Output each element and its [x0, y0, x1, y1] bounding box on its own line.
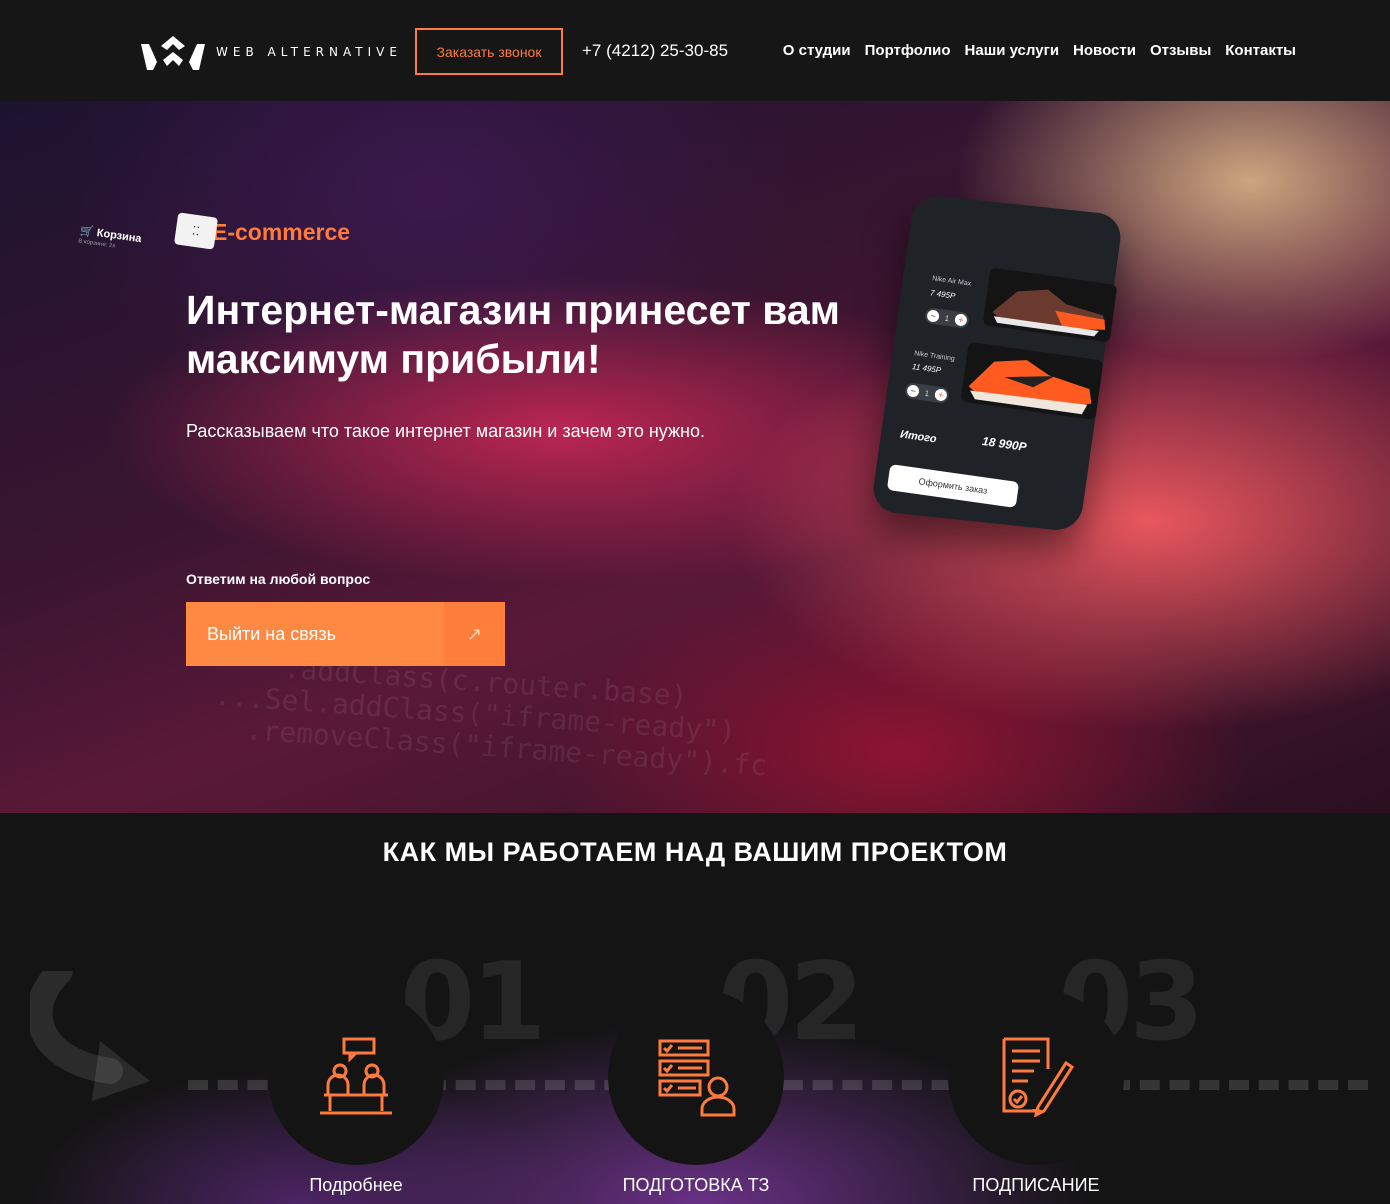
minus-icon: −	[926, 309, 940, 323]
mockup-qty-value-1: 1	[944, 313, 950, 323]
arrow-up-right-icon: ↗	[444, 602, 505, 666]
site-header: WEB ALTERNATIVE Заказать звонок +7 (4212…	[0, 0, 1390, 101]
phone-number[interactable]: +7 (4212) 25-30-85	[582, 41, 728, 61]
process-section: КАК МЫ РАБОТАЕМ НАД ВАШИМ ПРОЕКТОМ 01 02…	[0, 813, 1390, 1204]
plus-icon: +	[934, 388, 948, 402]
step-label-2[interactable]: ПОДГОТОВКА ТЗ	[586, 1175, 806, 1196]
code-background-decoration: .addClass(c.router.base) ...Sel.addClass…	[177, 644, 769, 783]
mockup-qty-value-2: 1	[924, 388, 930, 398]
nav-item-about[interactable]: О студии	[783, 42, 851, 59]
nav-item-reviews[interactable]: Отзывы	[1150, 42, 1211, 59]
category-badge-label: E-commerce	[212, 219, 351, 245]
contact-cta-button[interactable]: Выйти на связь ↗	[186, 602, 505, 666]
checklist-icon	[658, 1039, 736, 1117]
contract-sign-icon	[1002, 1037, 1075, 1117]
web-alternative-logo[interactable]	[141, 36, 205, 70]
step-circle-2[interactable]	[608, 989, 784, 1165]
nav-item-services[interactable]: Наши услуги	[965, 42, 1060, 59]
step-label-3[interactable]: ПОДПИСАНИЕ	[926, 1175, 1146, 1196]
step-circle-3[interactable]	[948, 989, 1124, 1165]
curved-arrow-icon	[30, 971, 150, 1101]
hero-subtitle: Рассказываем что такое интернет магазин …	[186, 421, 705, 441]
step-circle-1[interactable]	[268, 989, 444, 1165]
hero-section: .addClass(c.router.base) ...Sel.addClass…	[0, 101, 1390, 813]
plus-icon: +	[954, 313, 968, 327]
request-call-button[interactable]: Заказать звонок	[415, 28, 563, 75]
step-label-1[interactable]: Подробнее	[246, 1175, 466, 1196]
nav-item-news[interactable]: Новости	[1073, 42, 1136, 59]
minus-icon: −	[906, 384, 920, 398]
brand-name[interactable]: WEB ALTERNATIVE	[216, 45, 402, 59]
nav-item-contacts[interactable]: Контакты	[1225, 42, 1296, 59]
hero-title: Интернет-магазин принесет вам максимум п…	[186, 287, 840, 382]
contact-cta-label: Выйти на связь	[207, 623, 336, 644]
mockup-menu-icon: ⁚⁚	[173, 212, 219, 250]
meeting-icon	[320, 1037, 392, 1115]
main-nav: О студии Портфолио Наши услуги Новости О…	[783, 42, 1296, 59]
nav-item-portfolio[interactable]: Портфолио	[865, 42, 951, 59]
process-title: КАК МЫ РАБОТАЕМ НАД ВАШИМ ПРОЕКТОМ	[382, 837, 1008, 867]
answer-label: Ответим на любой вопрос	[186, 571, 371, 587]
